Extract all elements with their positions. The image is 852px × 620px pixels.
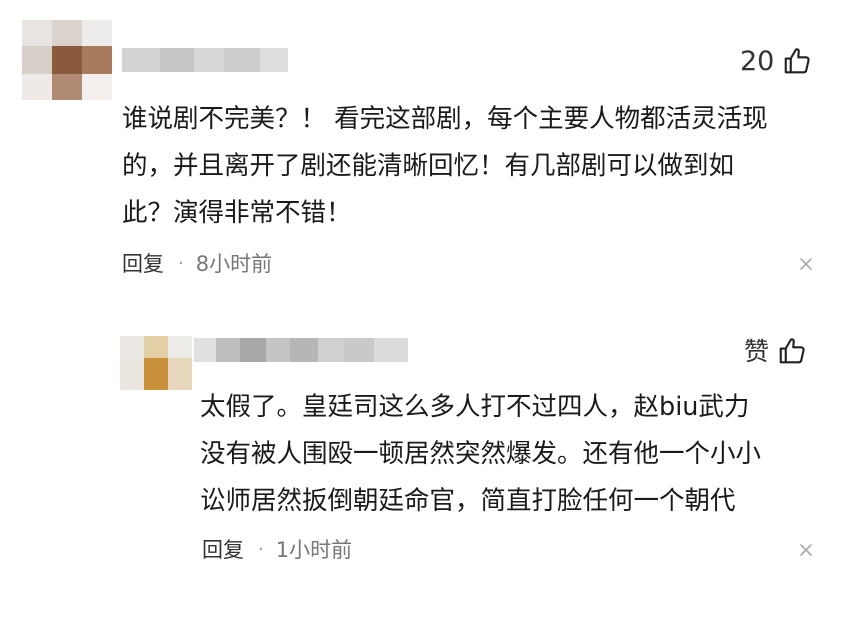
like-button[interactable]: 赞 xyxy=(744,336,807,366)
comment-line: 的，并且离开了剧还能清晰回忆！有几部剧可以做到如 xyxy=(122,151,735,181)
thumbs-up-icon xyxy=(785,48,810,74)
like-label: 赞 xyxy=(744,336,770,366)
like-count: 20 xyxy=(740,45,775,77)
meta-separator: · xyxy=(258,538,264,560)
comment-line: 太假了。皇廷司这么多人打不过四人，赵biu武力 xyxy=(200,392,750,422)
avatar[interactable] xyxy=(22,20,112,100)
meta-separator: · xyxy=(178,252,184,274)
like-button[interactable]: 20 xyxy=(740,46,812,76)
comment-line: 谁说剧不完美？！ 看完这部剧，每个主要人物都活灵活现 xyxy=(122,104,768,134)
comment-meta: 回复 · 8小时前 xyxy=(122,248,272,278)
timestamp: 8小时前 xyxy=(195,252,273,276)
comment-body: 谁说剧不完美？！ 看完这部剧，每个主要人物都活灵活现 的，并且离开了剧还能清晰回… xyxy=(122,96,768,237)
thumbs-up-icon xyxy=(779,338,805,364)
close-icon[interactable] xyxy=(798,542,814,558)
comment-line: 讼师居然扳倒朝廷命官，简直打脸任何一个朝代 xyxy=(200,486,736,516)
timestamp: 1小时前 xyxy=(275,538,353,562)
username-blurred[interactable] xyxy=(122,48,288,72)
reply-item: 赞 太假了。皇廷司这么多人打不过四人，赵biu武力 没有被人围殴一顿居然突然爆发… xyxy=(0,310,852,620)
close-icon[interactable] xyxy=(798,256,814,272)
avatar[interactable] xyxy=(120,336,192,390)
reply-button[interactable]: 回复 xyxy=(122,248,164,278)
comment-line: 没有被人围殴一顿居然突然爆发。还有他一个小小 xyxy=(200,439,762,469)
comment-item: 20 谁说剧不完美？！ 看完这部剧，每个主要人物都活灵活现 的，并且离开了剧还能… xyxy=(0,0,852,310)
reply-button[interactable]: 回复 xyxy=(202,534,244,564)
comment-line: 此？演得非常不错！ xyxy=(122,198,352,228)
username-blurred[interactable] xyxy=(194,338,408,362)
comment-body: 太假了。皇廷司这么多人打不过四人，赵biu武力 没有被人围殴一顿居然突然爆发。还… xyxy=(200,384,761,525)
comment-meta: 回复 · 1小时前 xyxy=(202,534,352,564)
